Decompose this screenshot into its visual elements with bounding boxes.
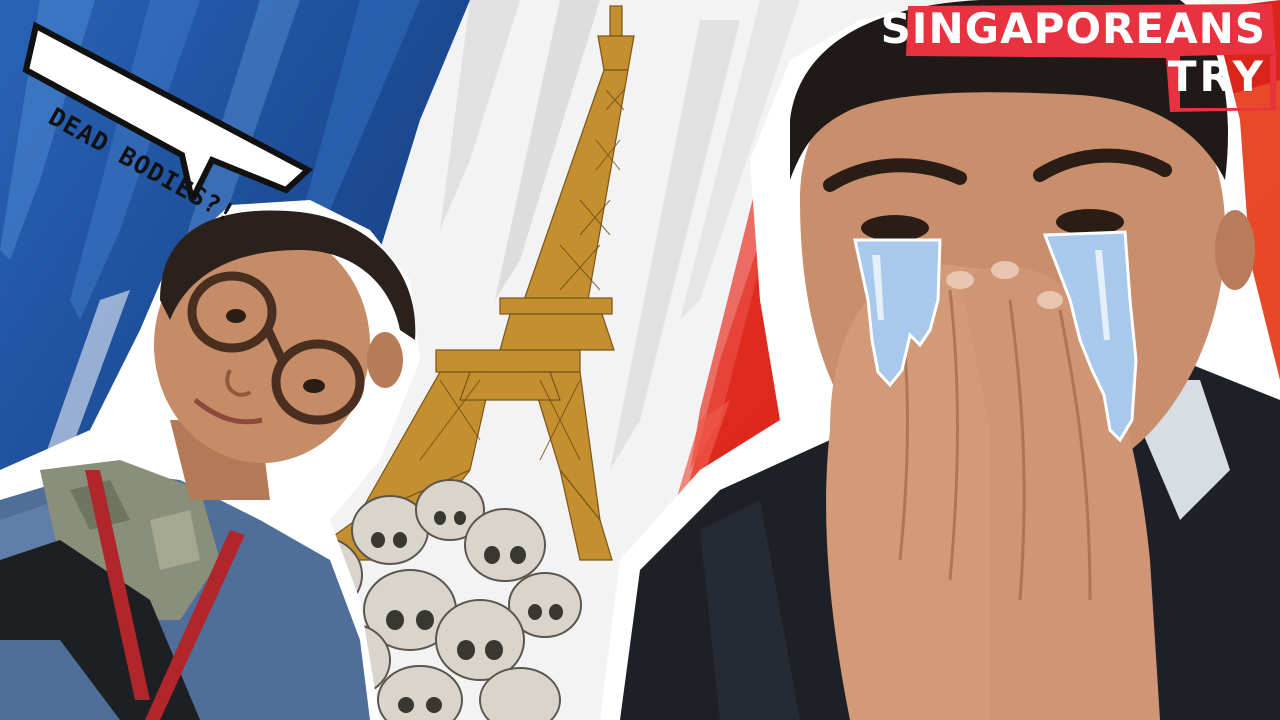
series-logo: SINGAPOREANS TRY [881,0,1280,112]
logo-line-2: TRY [1167,52,1266,101]
thumbnail: DEAD BODIES?! SINGAPOREANS TRY [0,0,1280,720]
speech-bubble: DEAD BODIES?! [22,20,314,229]
logo-line-1: SINGAPOREANS [880,4,1266,53]
